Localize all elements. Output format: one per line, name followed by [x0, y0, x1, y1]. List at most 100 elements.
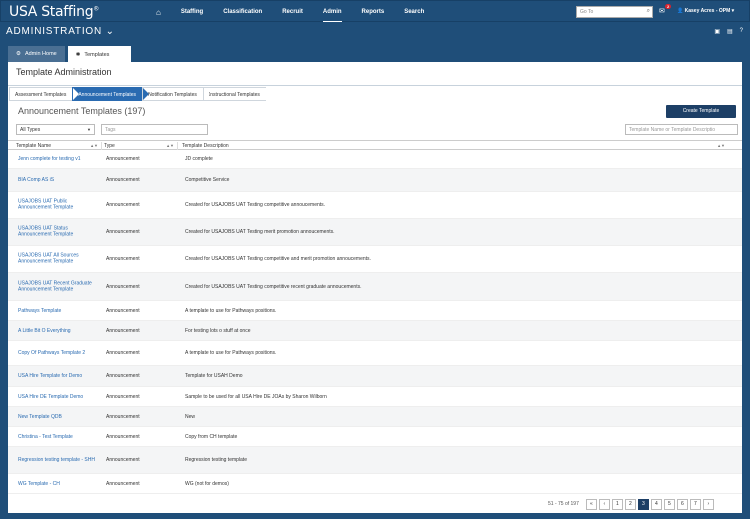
user-name: Kasey Acres - OPM	[684, 8, 731, 14]
template-name-link[interactable]: A Little Bit O Everything	[18, 327, 98, 333]
first-page-button[interactable]: «	[585, 498, 597, 510]
sort-icon: ▲▼	[717, 143, 725, 148]
table-row[interactable]: Pathways Template Announcement A template …	[8, 301, 742, 321]
template-type: Announcement	[106, 201, 140, 208]
template-type: Announcement	[106, 393, 140, 400]
template-description: Created for USAJOBS UAT Testing merit pr…	[185, 228, 335, 235]
crumb-instructional[interactable]: Instructional Templates	[202, 87, 273, 101]
chevron-down-icon: ▼	[87, 127, 91, 132]
divider	[8, 85, 742, 86]
template-description: New	[185, 413, 196, 420]
table-row[interactable]: Copy Of Pathways Template 2 Announcement A…	[8, 341, 742, 366]
nav-staffing[interactable]: Staffing	[181, 1, 203, 23]
create-template-button[interactable]: Create Template	[666, 105, 736, 118]
help-icon[interactable]: ?	[740, 28, 743, 35]
type-select[interactable]: All Types ▼	[16, 124, 95, 135]
chevron-down-icon: ⌄	[105, 26, 115, 37]
template-search-input[interactable]: Template Name or Template Descriptio	[625, 124, 738, 135]
template-type: Announcement	[106, 176, 140, 183]
table-row[interactable]: New Template QDB Announcement New	[8, 407, 742, 427]
next-page-button[interactable]: ›	[702, 498, 714, 510]
template-name-link[interactable]: USAJOBS UAT Public Announcement Template	[18, 199, 98, 212]
template-name-link[interactable]: USAJOBS UAT Status Announcement Template	[18, 226, 98, 239]
top-nav-bar: USA Staffing® ⌂ Staffing Classification …	[0, 0, 750, 23]
table-row[interactable]: USAJOBS UAT Recent Graduate Announcement…	[8, 273, 742, 301]
pagination: 51 - 75 of 197 « ‹ 1 2 3 4 5 6 7 ›	[548, 498, 714, 510]
admin-header: ADMINISTRATION ⌄ ▣ ▤ ?	[0, 22, 750, 42]
template-name-link[interactable]: WG Template - CH	[18, 480, 98, 486]
table-row[interactable]: Jenn complete for testing v1 Announcement…	[8, 150, 742, 169]
page-button[interactable]: 6	[676, 498, 688, 510]
table-row[interactable]: Regression testing template - SHH Announc…	[8, 447, 742, 474]
section-title: Announcement Templates (197)	[18, 106, 146, 116]
mail-icon[interactable]: ✉ 2	[659, 4, 672, 15]
gear-icon: ⚙	[16, 51, 21, 57]
page-button[interactable]: 2	[624, 498, 636, 510]
table-row[interactable]: BIA Comp AS iS Announcement Competitive Se…	[8, 169, 742, 192]
template-name-link[interactable]: USA Hire DE Template Demo	[18, 393, 98, 399]
template-name-link[interactable]: Copy Of Pathways Template 2	[18, 350, 98, 356]
template-type: Announcement	[106, 283, 140, 290]
column-type[interactable]: Type ▲▼	[104, 142, 178, 150]
template-name-link[interactable]: Regression testing template - SHH	[18, 457, 98, 463]
column-description[interactable]: Template Description ▲▼	[182, 142, 728, 150]
template-type: Announcement	[106, 372, 140, 379]
page-button[interactable]: 1	[611, 498, 623, 510]
goto-input[interactable]: Go To ⌕	[576, 6, 653, 18]
template-name-link[interactable]: New Template QDB	[18, 413, 98, 419]
table-row[interactable]: A Little Bit O Everything Announcement For…	[8, 321, 742, 341]
template-type-steps: Assessment Templates Announcement Templa…	[9, 87, 273, 101]
page-button-current[interactable]: 3	[637, 498, 649, 510]
chat-icon[interactable]: ▤	[727, 28, 733, 35]
template-name-link[interactable]: Pathways Template	[18, 307, 98, 313]
table-row[interactable]: USAJOBS UAT Public Announcement Template…	[8, 192, 742, 219]
tags-input[interactable]: Tags	[101, 124, 208, 135]
table-row[interactable]: USA Hire DE Template Demo Announcement Sam…	[8, 387, 742, 407]
crumb-assessment[interactable]: Assessment Templates	[9, 87, 80, 101]
sort-icon: ▲▼	[90, 143, 98, 148]
home-icon[interactable]: ⌂	[156, 8, 161, 17]
tab-admin-home[interactable]: ⚙ Admin Home	[8, 46, 65, 62]
table-row[interactable]: USA Hire Template for Demo Announcement Te…	[8, 366, 742, 387]
template-type: Announcement	[106, 307, 140, 314]
template-name-link[interactable]: USA Hire Template for Demo	[18, 373, 98, 379]
table-row[interactable]: USAJOBS UAT All Sources Announcement Tem…	[8, 246, 742, 273]
template-description: Competitive Service	[185, 176, 230, 183]
template-description: Created for USAJOBS UAT Testing competit…	[185, 283, 362, 290]
nav-recruit[interactable]: Recruit	[282, 1, 303, 23]
template-name-link[interactable]: USAJOBS UAT Recent Graduate Announcement…	[18, 280, 98, 293]
template-description: JD complete	[185, 155, 213, 162]
table-header: Template Name ▲▼ Type ▲▼ Template Descript…	[8, 140, 742, 150]
crumb-announcement[interactable]: Announcement Templates	[72, 87, 149, 101]
template-type: Announcement	[106, 155, 140, 162]
template-name-link[interactable]: Jenn complete for testing v1	[18, 156, 98, 162]
template-name-link[interactable]: Christina - Test Template	[18, 433, 98, 439]
table-row[interactable]: WG Template - CH Announcement WG (not for …	[8, 474, 742, 494]
crumb-notification[interactable]: Notification Templates	[142, 87, 210, 101]
search-icon[interactable]: ⌕	[647, 8, 650, 15]
page-button[interactable]: 4	[650, 498, 662, 510]
app-logo[interactable]: USA Staffing®	[9, 4, 99, 20]
nav-search[interactable]: Search	[404, 1, 424, 23]
prev-page-button[interactable]: ‹	[598, 498, 610, 510]
panel-title: Template Administration	[16, 67, 112, 77]
briefcase-icon[interactable]: ▣	[714, 28, 720, 35]
page-count: 51 - 75 of 197	[548, 501, 579, 507]
main-nav: ⌂ Staffing Classification Recruit Admin …	[156, 1, 444, 23]
nav-admin[interactable]: Admin	[322, 1, 342, 23]
table-row[interactable]: Christina - Test Template Announcement Cop…	[8, 427, 742, 447]
user-menu[interactable]: 👤 Kasey Acres - OPM ▾	[677, 8, 734, 14]
template-name-link[interactable]: BIA Comp AS iS	[18, 177, 98, 183]
page-button[interactable]: 5	[663, 498, 675, 510]
nav-classification[interactable]: Classification	[223, 1, 262, 23]
template-description: Sample to be used for all USA Hire DE JO…	[185, 393, 327, 400]
page-button[interactable]: 7	[689, 498, 701, 510]
page-title[interactable]: ADMINISTRATION ⌄	[6, 26, 115, 37]
template-description: For testing lots o stuff at once	[185, 327, 251, 334]
template-name-link[interactable]: USAJOBS UAT All Sources Announcement Tem…	[18, 253, 98, 266]
column-template-name[interactable]: Template Name ▲▼	[16, 142, 102, 150]
puzzle-icon: ✱	[75, 52, 81, 58]
nav-reports[interactable]: Reports	[362, 1, 385, 23]
table-row[interactable]: USAJOBS UAT Status Announcement Template…	[8, 219, 742, 246]
template-type: Announcement	[106, 433, 140, 440]
